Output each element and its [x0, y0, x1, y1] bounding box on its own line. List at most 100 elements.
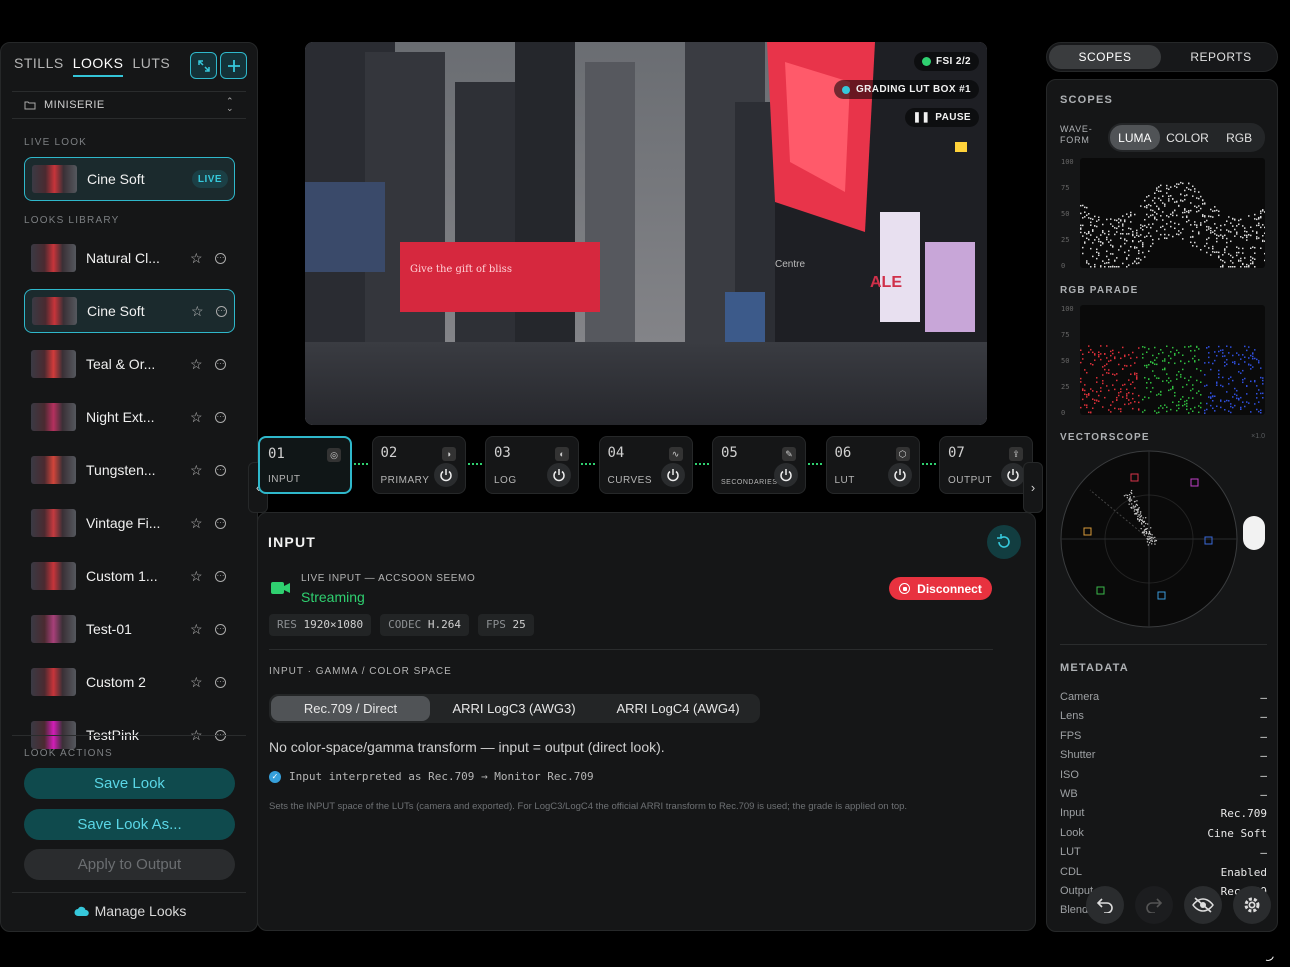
billboard-text: Give the gift of bliss: [410, 264, 512, 275]
divider: [12, 735, 246, 736]
pipeline-node[interactable]: 04 ∿ CURVES: [598, 436, 693, 494]
pipeline-node[interactable]: 06 ⬡ LUT: [825, 436, 920, 494]
look-row[interactable]: Vintage Fi... ☆ ···: [24, 501, 235, 545]
option-logc4[interactable]: ARRI LogC4 (AWG4): [598, 696, 758, 721]
look-row[interactable]: Custom 2 ☆ ···: [24, 660, 235, 704]
node-number: 02: [380, 445, 398, 461]
look-name: Vintage Fi...: [86, 515, 161, 531]
look-row[interactable]: Test-01 ☆ ···: [24, 607, 235, 651]
pipeline-node[interactable]: 07 ⇪ OUTPUT: [939, 436, 1033, 494]
more-icon[interactable]: ···: [215, 411, 226, 423]
live-look-row[interactable]: Cine Soft LIVE: [24, 157, 235, 201]
star-icon[interactable]: ☆: [190, 515, 203, 532]
centre-sign: Centre: [775, 259, 805, 270]
power-toggle[interactable]: [547, 463, 571, 487]
tab-stills[interactable]: STILLS: [14, 55, 64, 77]
codec-badge: CODEC H.264: [380, 614, 469, 636]
pause-button[interactable]: ❚❚ PAUSE: [904, 108, 979, 127]
look-thumbnail: [31, 562, 76, 590]
metadata-row: CDL Enabled: [1060, 866, 1267, 879]
metadata-row: LUT —: [1060, 846, 1267, 859]
look-row[interactable]: Teal & Or... ☆ ···: [24, 342, 235, 386]
tab-luts[interactable]: LUTS: [132, 55, 170, 77]
metadata-key: Camera: [1060, 691, 1100, 703]
metadata-key: LUT: [1060, 846, 1081, 859]
look-row[interactable]: Cine Soft ☆ ···: [24, 289, 235, 333]
pipeline-node[interactable]: 03 ◐ LOG: [485, 436, 579, 494]
save-look-as-button[interactable]: Save Look As...: [24, 809, 235, 840]
video-preview[interactable]: Give the gift of bliss ALE Centre FSI 2/…: [305, 42, 987, 425]
pipeline-next-button[interactable]: ›: [1023, 462, 1043, 513]
tab-looks[interactable]: LOOKS: [72, 55, 124, 77]
look-row[interactable]: Natural Cl... ☆ ···: [24, 236, 235, 280]
redo-icon: [1146, 898, 1163, 913]
looks-library-heading: LOOKS LIBRARY: [24, 215, 120, 226]
more-icon[interactable]: ···: [215, 464, 226, 476]
mode-color[interactable]: COLOR: [1160, 131, 1216, 145]
look-row[interactable]: Custom 1... ☆ ···: [24, 554, 235, 598]
manage-looks-button[interactable]: Manage Looks: [1, 903, 259, 919]
lut-box-label: GRADING LUT BOX #1: [856, 84, 971, 95]
manage-looks-label: Manage Looks: [94, 903, 187, 919]
option-rec709[interactable]: Rec.709 / Direct: [271, 696, 430, 721]
look-name: Natural Cl...: [86, 250, 160, 266]
metadata-row: FPS —: [1060, 730, 1267, 743]
project-selector[interactable]: MINISERIE ⌃ ⌄: [12, 91, 246, 119]
settings-button[interactable]: [1233, 886, 1271, 924]
pipeline-node[interactable]: 01 ◎ INPUT: [258, 436, 352, 494]
redo-button[interactable]: [1135, 886, 1173, 924]
vectorscope-gain-slider[interactable]: [1243, 516, 1265, 550]
power-icon: [780, 469, 792, 482]
metadata-key: CDL: [1060, 865, 1083, 878]
look-thumbnail: [31, 456, 76, 484]
stream-info: RES 1920×1080 CODEC H.264 FPS 25: [269, 613, 543, 636]
power-toggle[interactable]: [660, 463, 685, 487]
more-icon[interactable]: ···: [216, 305, 227, 317]
star-icon[interactable]: ☆: [190, 250, 203, 267]
look-name: Test-01: [86, 621, 132, 637]
resolution-badge: RES 1920×1080: [269, 614, 372, 636]
star-icon[interactable]: ☆: [190, 621, 203, 638]
pipeline-node[interactable]: 05 ✎ SECONDARIES: [712, 436, 806, 494]
more-icon[interactable]: ···: [215, 570, 226, 582]
add-look-button[interactable]: [220, 52, 247, 79]
tab-reports[interactable]: REPORTS: [1165, 45, 1277, 69]
mode-luma[interactable]: LUMA: [1110, 125, 1160, 150]
apply-to-output-button[interactable]: Apply to Output: [24, 849, 235, 880]
bypass-button[interactable]: [1184, 886, 1222, 924]
waveform-scope: [1080, 158, 1265, 268]
option-logc3[interactable]: ARRI LogC3 (AWG3): [430, 696, 598, 721]
power-toggle[interactable]: [774, 463, 798, 487]
reset-button[interactable]: [987, 525, 1021, 559]
star-icon[interactable]: ☆: [190, 674, 203, 691]
star-icon[interactable]: ☆: [190, 356, 203, 373]
more-icon[interactable]: ···: [215, 623, 226, 635]
more-icon[interactable]: ···: [215, 358, 226, 370]
more-icon[interactable]: ···: [215, 517, 226, 529]
star-icon[interactable]: ☆: [190, 462, 203, 479]
expand-button[interactable]: [190, 52, 217, 79]
camera-icon: [271, 582, 290, 594]
power-toggle[interactable]: [433, 463, 458, 487]
star-icon[interactable]: ☆: [191, 303, 204, 320]
power-toggle[interactable]: [1001, 463, 1025, 487]
undo-button[interactable]: [1086, 886, 1124, 924]
tab-scopes[interactable]: SCOPES: [1049, 45, 1161, 69]
look-row[interactable]: Night Ext... ☆ ···: [24, 395, 235, 439]
star-icon[interactable]: ☆: [190, 568, 203, 585]
look-row[interactable]: Tungsten... ☆ ···: [24, 448, 235, 492]
node-connector: [694, 463, 709, 465]
more-icon[interactable]: ···: [215, 676, 226, 688]
pipeline-node[interactable]: 02 ◑ PRIMARY: [371, 436, 466, 494]
color-space-selector: Rec.709 / Direct ARRI LogC3 (AWG3) ARRI …: [269, 694, 760, 723]
mode-rgb[interactable]: RGB: [1215, 131, 1263, 145]
star-icon[interactable]: ☆: [190, 409, 203, 426]
more-icon[interactable]: ···: [215, 252, 226, 264]
disconnect-button[interactable]: Disconnect: [889, 577, 992, 600]
resize-handle-icon[interactable]: ◞: [1265, 945, 1278, 966]
power-toggle[interactable]: [887, 463, 912, 487]
vectorscope-heading: VECTORSCOPE: [1060, 432, 1150, 443]
live-look-name: Cine Soft: [87, 171, 145, 187]
node-label: INPUT: [268, 474, 301, 485]
save-look-button[interactable]: Save Look: [24, 768, 235, 799]
